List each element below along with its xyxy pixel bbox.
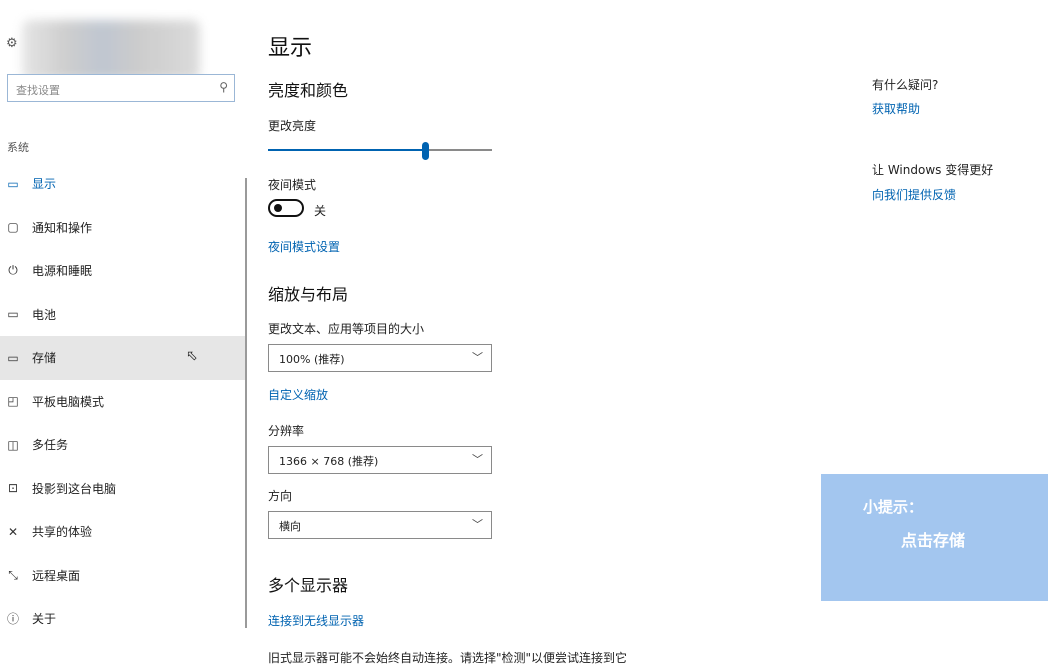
remote-desktop-icon: ⤡ <box>8 567 18 582</box>
sidebar-item-label: 显示 <box>32 177 57 192</box>
nav-list: ▭ 显示 ▢ 通知和操作 ⏻ 电源和睡眠 ▭ 电池 ▭ 存储 ⬁ ◰ 平板电脑模… <box>0 162 246 641</box>
projecting-icon: ⊡ <box>7 481 19 496</box>
sidebar-item-storage[interactable]: ▭ 存储 ⬁ <box>0 336 246 380</box>
brightness-section-heading: 亮度和颜色 <box>268 81 349 100</box>
toggle-knob <box>274 204 282 212</box>
main-content: 显示 亮度和颜色 更改亮度 夜间模式 关 夜间模式设置 缩放与布局 更改文本、应… <box>268 0 828 668</box>
sidebar-item-label: 平板电脑模式 <box>32 394 105 409</box>
sidebar-item-label: 存储 <box>32 351 57 366</box>
help-question: 有什么疑问? <box>872 78 939 92</box>
sidebar-item-label: 多任务 <box>32 438 69 453</box>
battery-icon: ▭ <box>7 307 19 322</box>
sidebar-item-label: 通知和操作 <box>32 220 93 235</box>
brightness-label: 更改亮度 <box>268 119 317 133</box>
sidebar-item-label: 电池 <box>32 307 57 322</box>
brightness-slider[interactable] <box>268 142 492 160</box>
search-input[interactable] <box>14 80 208 100</box>
blurred-header <box>22 20 200 80</box>
sidebar-item-notifications[interactable]: ▢ 通知和操作 <box>0 206 246 250</box>
storage-icon: ▭ <box>7 350 19 365</box>
resolution-label: 分辨率 <box>268 424 305 438</box>
sidebar-item-power[interactable]: ⏻ 电源和睡眠 <box>0 249 246 293</box>
resolution-dropdown[interactable]: 1366 × 768 (推荐) ﹀ <box>268 446 492 474</box>
improve-windows-text: 让 Windows 变得更好 <box>872 163 994 177</box>
tip-title: 小提示： <box>863 498 924 516</box>
gear-icon[interactable]: ⚙ <box>6 36 18 51</box>
chevron-down-icon: ﹀ <box>472 351 483 364</box>
legacy-display-note: 旧式显示器可能不会始终自动连接。请选择"检测"以便尝试连接到它 <box>268 651 628 665</box>
scale-section-heading: 缩放与布局 <box>268 285 349 304</box>
sidebar-item-projecting[interactable]: ⊡ 投影到这台电脑 <box>0 467 246 511</box>
info-icon: ⓘ <box>6 612 19 627</box>
chevron-down-icon: ﹀ <box>472 453 483 466</box>
page-title: 显示 <box>268 36 313 61</box>
tablet-mode-icon: ◰ <box>7 394 19 409</box>
search-box[interactable]: ⚲ <box>7 74 235 102</box>
sidebar-item-battery[interactable]: ▭ 电池 <box>0 293 246 337</box>
sidebar-item-about[interactable]: ⓘ 关于 <box>0 597 246 641</box>
notification-icon: ▢ <box>7 220 19 235</box>
tip-body: 点击存储 <box>901 531 966 550</box>
feedback-link[interactable]: 向我们提供反馈 <box>872 186 956 203</box>
sidebar-item-label: 投影到这台电脑 <box>32 481 117 496</box>
shared-experiences-icon: ✕ <box>7 524 19 539</box>
multi-display-section-heading: 多个显示器 <box>268 576 349 595</box>
get-help-link[interactable]: 获取帮助 <box>872 100 920 117</box>
chevron-down-icon: ﹀ <box>472 518 483 531</box>
orientation-dropdown[interactable]: 横向 ﹀ <box>268 511 492 539</box>
multitasking-icon: ◫ <box>7 437 19 452</box>
tip-overlay: 小提示： 点击存储 <box>821 474 1048 601</box>
search-icon[interactable]: ⚲ <box>219 80 228 94</box>
night-mode-settings-link[interactable]: 夜间模式设置 <box>268 238 340 255</box>
night-mode-label: 夜间模式 <box>268 178 317 192</box>
sidebar-item-tablet-mode[interactable]: ◰ 平板电脑模式 <box>0 380 246 424</box>
sidebar-item-label: 共享的体验 <box>32 525 93 540</box>
scale-label: 更改文本、应用等项目的大小 <box>268 322 425 336</box>
slider-thumb[interactable] <box>421 142 429 160</box>
sidebar-item-display[interactable]: ▭ 显示 <box>0 162 246 206</box>
scale-dropdown-value: 100% (推荐) <box>279 353 345 366</box>
resolution-dropdown-value: 1366 × 768 (推荐) <box>279 455 379 468</box>
orientation-dropdown-value: 横向 <box>279 520 301 533</box>
wireless-display-link[interactable]: 连接到无线显示器 <box>268 612 364 629</box>
slider-fill <box>268 149 425 151</box>
monitor-icon: ▭ <box>7 176 19 191</box>
sidebar-item-remote-desktop[interactable]: ⤡ 远程桌面 <box>0 554 246 598</box>
sidebar-item-label: 电源和睡眠 <box>32 264 93 279</box>
sidebar-item-label: 关于 <box>32 612 57 627</box>
power-icon: ⏻ <box>8 263 18 278</box>
night-mode-state: 关 <box>314 204 327 218</box>
scale-dropdown[interactable]: 100% (推荐) ﹀ <box>268 344 492 372</box>
night-mode-toggle[interactable] <box>268 199 304 217</box>
sidebar-item-multitasking[interactable]: ◫ 多任务 <box>0 423 246 467</box>
sidebar-item-label: 远程桌面 <box>32 568 81 583</box>
sidebar: ⚙ ⚲ 系统 ▭ 显示 ▢ 通知和操作 ⏻ 电源和睡眠 ▭ 电池 ▭ 存储 ⬁ … <box>0 0 247 668</box>
mouse-cursor-icon: ⬁ <box>186 348 198 364</box>
sidebar-scrollbar[interactable] <box>245 178 247 628</box>
custom-scale-link[interactable]: 自定义缩放 <box>268 386 328 403</box>
orientation-label: 方向 <box>268 489 293 503</box>
section-label: 系统 <box>7 141 29 154</box>
sidebar-item-shared-experiences[interactable]: ✕ 共享的体验 <box>0 510 246 554</box>
